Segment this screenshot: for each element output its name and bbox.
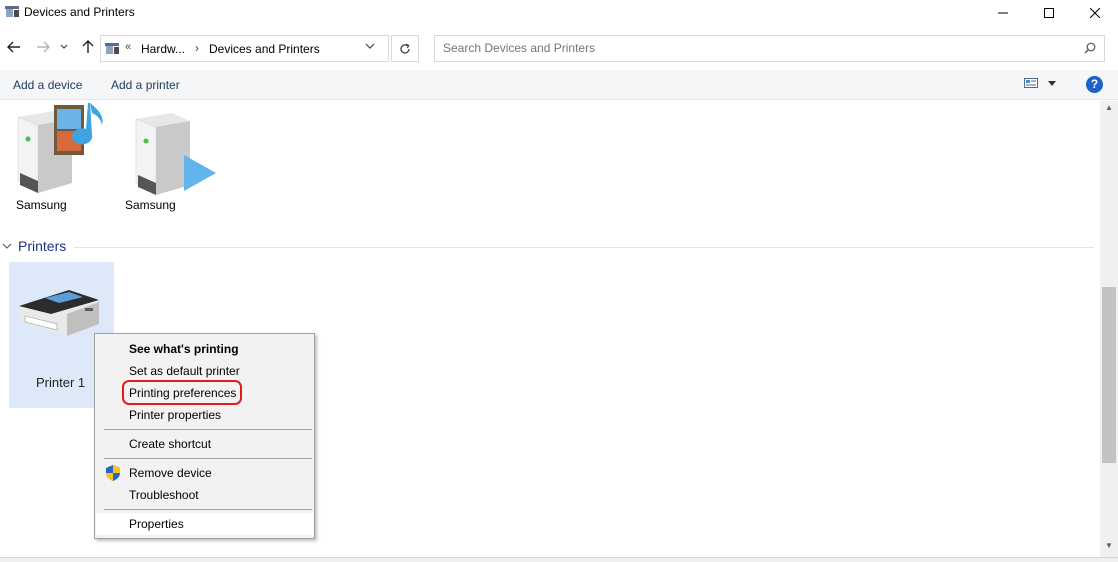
device-label: Samsung (125, 198, 176, 212)
chevron-down-icon (1048, 80, 1056, 86)
address-dropdown-button[interactable] (365, 42, 375, 53)
up-arrow-icon (82, 40, 94, 53)
title-bar: Devices and Printers (0, 0, 1118, 26)
up-button[interactable] (79, 38, 97, 56)
menu-separator (104, 509, 312, 510)
back-arrow-icon (7, 41, 20, 53)
menu-item-troubleshoot[interactable]: Troubleshoot (96, 484, 313, 506)
devices-printers-icon (105, 43, 119, 54)
help-button[interactable]: ? (1086, 76, 1103, 93)
uac-shield-icon (106, 465, 120, 481)
devices-printers-icon (5, 6, 19, 17)
scrollbar-thumb[interactable] (1102, 287, 1116, 463)
menu-item-properties[interactable]: Properties (96, 513, 313, 535)
devices-and-printers-window: Devices and Printers « Hardw... › Device… (0, 0, 1118, 562)
search-box[interactable] (434, 35, 1105, 62)
vertical-scrollbar[interactable]: ▲ ▼ (1100, 101, 1118, 557)
menu-item-printer-properties[interactable]: Printer properties (96, 404, 313, 426)
printer-icon (19, 290, 99, 336)
device-label: Samsung (16, 198, 67, 212)
media-server-icon (17, 103, 103, 193)
menu-item-set-default-printer[interactable]: Set as default printer (96, 360, 313, 382)
chevron-down-icon (60, 44, 68, 49)
back-button[interactable] (5, 38, 23, 56)
breadcrumb-separator[interactable]: › (195, 41, 199, 55)
highlight-outline (122, 380, 242, 405)
group-divider (74, 247, 1094, 248)
window-title: Devices and Printers (24, 5, 135, 19)
search-input[interactable] (443, 41, 1063, 55)
maximize-button[interactable] (1026, 0, 1072, 26)
minimize-button[interactable] (980, 0, 1026, 26)
menu-separator (104, 458, 312, 459)
chevron-down-icon (2, 243, 12, 249)
close-button[interactable] (1072, 0, 1118, 26)
command-bar: Add a device Add a printer ? (0, 70, 1118, 100)
address-bar[interactable]: « Hardw... › Devices and Printers (100, 35, 389, 62)
chevron-down-icon (365, 43, 375, 49)
navigation-bar: « Hardw... › Devices and Printers (0, 30, 1118, 66)
minimize-icon (998, 12, 1008, 14)
menu-item-remove-device[interactable]: Remove device (96, 462, 313, 484)
recent-locations-button[interactable] (58, 38, 70, 56)
scroll-down-button[interactable]: ▼ (1100, 541, 1118, 555)
device-samsung-media-player[interactable]: Samsung (120, 101, 220, 216)
maximize-icon (1044, 8, 1054, 18)
refresh-icon (400, 43, 410, 54)
search-icon (1084, 42, 1096, 54)
overflow-chevron[interactable]: « (125, 41, 131, 53)
printers-group-header[interactable]: Printers (2, 238, 66, 254)
breadcrumb-devices-printers[interactable]: Devices and Printers (209, 42, 320, 56)
add-printer-button[interactable]: Add a printer (111, 78, 180, 92)
close-icon (1090, 8, 1100, 18)
menu-item-create-shortcut[interactable]: Create shortcut (96, 433, 313, 455)
breadcrumb-hardware[interactable]: Hardw... (141, 42, 185, 56)
forward-arrow-icon (37, 41, 50, 53)
add-device-button[interactable]: Add a device (13, 78, 82, 92)
view-icon (1024, 78, 1038, 88)
status-bar (0, 557, 1118, 562)
printer-label: Printer 1 (36, 375, 86, 390)
menu-item-see-whats-printing[interactable]: See what's printing (96, 338, 313, 360)
change-view-button[interactable] (1024, 78, 1056, 88)
forward-button[interactable] (34, 38, 52, 56)
group-title: Printers (18, 238, 67, 254)
context-menu: See what's printing Set as default print… (94, 333, 315, 539)
scroll-up-button[interactable]: ▲ (1100, 103, 1118, 117)
menu-separator (104, 429, 312, 430)
device-samsung-media-server[interactable]: Samsung (0, 101, 110, 216)
refresh-button[interactable] (391, 35, 419, 62)
media-player-icon (135, 113, 216, 195)
